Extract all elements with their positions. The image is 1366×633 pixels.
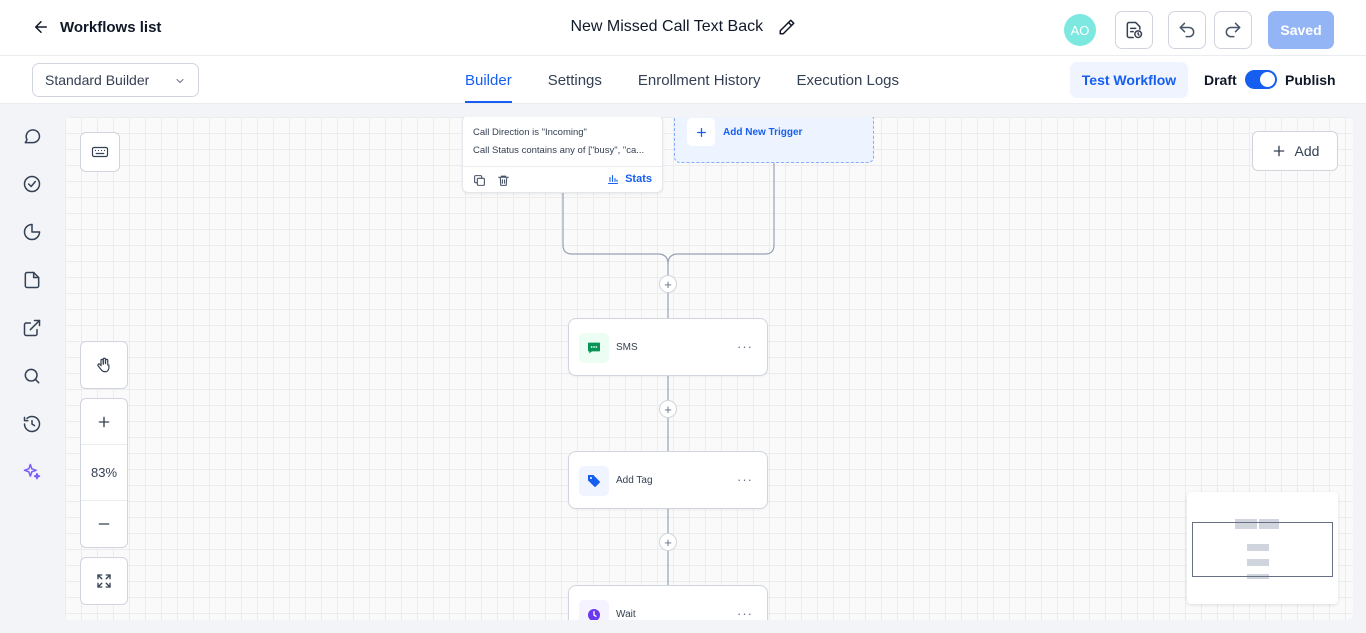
saved-button[interactable]: Saved [1268,11,1334,49]
check-circle-icon [23,175,41,193]
file-icon [24,271,40,289]
tab-settings[interactable]: Settings [548,56,602,104]
plus-icon [1273,145,1284,157]
tag-icon [579,466,609,496]
trigger-condition-2: Call Status contains any of ["busy", "ca… [473,145,645,156]
minus-icon [98,523,110,525]
workflow-canvas[interactable]: 83% Add Call Direction is "Incoming" Cal… [65,117,1353,620]
bar-chart-icon [608,174,619,185]
minimap[interactable] [1187,492,1338,604]
trigger-card[interactable]: Call Direction is "Incoming" Call Status… [462,117,663,193]
publish-label: Publish [1285,72,1336,88]
plus-icon [98,416,110,427]
workflow-title-area: New Missed Call Text Back [0,18,1366,36]
sidebar-search[interactable] [22,366,42,386]
stats-label: Stats [625,173,652,185]
add-step-button[interactable]: + [659,275,677,293]
zoom-controls: 83% [80,398,128,548]
copy-icon[interactable] [473,174,486,187]
redo-button[interactable] [1214,11,1252,49]
hand-icon [97,357,110,373]
add-new-trigger-card[interactable]: Add New Trigger [674,117,874,163]
draft-label: Draft [1204,72,1237,88]
sidebar-external[interactable] [22,318,42,338]
builder-tabs: Builder Settings Enrollment History Exec… [465,56,899,104]
trigger-card-footer: Stats [463,166,662,193]
chat-bubble-icon [24,129,41,144]
action-node-sms[interactable]: SMS ··· [568,318,768,376]
pie-chart-icon [23,223,41,241]
node-name: Wait [616,609,636,620]
version-history-button[interactable] [1115,11,1153,49]
add-step-button[interactable]: + [659,533,677,551]
undo-icon [1179,22,1195,38]
zoom-in-button[interactable] [81,399,127,445]
sidebar-analytics[interactable] [22,222,42,242]
add-step-button[interactable]: + [659,400,677,418]
user-avatar[interactable]: AO [1064,14,1096,46]
tab-execution-logs[interactable]: Execution Logs [796,56,899,104]
add-element-button[interactable]: Add [1252,131,1338,171]
action-node-wait[interactable]: Wait ··· [568,585,768,620]
sidebar-history[interactable] [22,414,42,434]
node-menu-icon[interactable]: ··· [737,472,753,487]
minimap-viewport[interactable] [1192,522,1333,577]
sidebar-notes[interactable] [22,270,42,290]
zoom-level-display: 83% [81,445,127,501]
external-link-icon [23,319,41,337]
add-new-trigger-label: Add New Trigger [723,127,803,138]
chevron-down-icon [176,79,184,83]
trigger-stats-button[interactable]: Stats [607,173,652,185]
clock-icon [579,600,609,620]
keyboard-icon [91,146,109,158]
action-node-add-tag[interactable]: Add Tag ··· [568,451,768,509]
sidebar-checks[interactable] [22,174,42,194]
sparkle-icon [23,463,41,480]
search-icon [24,368,40,384]
expand-icon [97,574,111,588]
edit-pencil-icon[interactable] [778,18,796,36]
test-workflow-button[interactable]: Test Workflow [1070,62,1188,98]
node-menu-icon[interactable]: ··· [737,606,753,620]
tab-builder[interactable]: Builder [465,56,512,104]
add-trigger-plus [687,118,715,146]
sidebar-comments[interactable] [22,126,42,146]
trigger-condition-1: Call Direction is "Incoming" [473,127,587,138]
builder-type-select[interactable]: Standard Builder [32,63,199,97]
left-sidebar [0,104,64,633]
trash-icon[interactable] [497,174,510,187]
keyboard-shortcuts-button[interactable] [80,132,120,172]
add-label: Add [1294,143,1320,159]
undo-button[interactable] [1168,11,1206,49]
sms-icon [579,333,609,363]
redo-icon [1225,22,1241,38]
node-menu-icon[interactable]: ··· [737,339,753,354]
sidebar-ai[interactable] [22,462,42,482]
node-name: SMS [616,342,638,353]
node-name: Add Tag [616,475,653,486]
document-clock-icon [1126,21,1143,39]
plus-icon [696,127,706,137]
builder-type-value: Standard Builder [45,72,150,88]
publish-toggle[interactable] [1245,70,1277,89]
builder-toolbar: Standard Builder Builder Settings Enroll… [0,56,1366,104]
zoom-out-button[interactable] [81,501,127,547]
top-header: Workflows list New Missed Call Text Back… [0,0,1366,56]
zoom-level-label: 83% [90,465,118,480]
tab-enrollment-history[interactable]: Enrollment History [638,56,761,104]
fit-to-screen-button[interactable] [80,557,128,605]
pan-mode-button[interactable] [80,341,128,389]
workflow-title[interactable]: New Missed Call Text Back [570,18,763,36]
clock-history-icon [23,415,41,433]
